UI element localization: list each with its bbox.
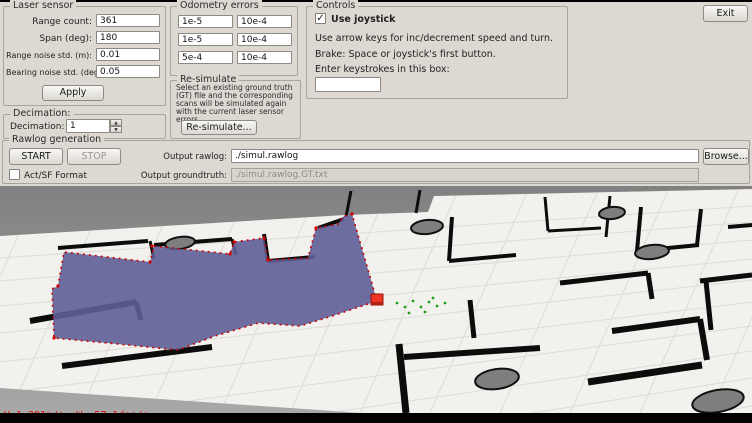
browse-button[interactable]: Browse... [703,148,749,165]
controls-group: Controls ✓ Use joystick Use arrow keys f… [306,6,568,99]
rawlog-generation-group-title: Rawlog generation [9,134,104,145]
spin-down-icon[interactable]: ▼ [110,126,122,133]
rawlog-generation-group: Rawlog generation START STOP Output rawl… [2,140,750,184]
bearing-noise-input[interactable] [96,65,160,78]
controls-instruction-1: Use arrow keys for inc/decrement speed a… [315,33,553,44]
odometry-error-input[interactable] [178,33,233,46]
controls-group-title: Controls [313,0,358,11]
resimulate-group: Re-simulate Select an existing ground tr… [170,80,301,139]
spin-up-icon[interactable]: ▲ [110,119,122,126]
odometry-error-input[interactable] [178,15,233,28]
odometry-errors-group-title: Odometry errors [177,0,262,11]
odometry-error-input[interactable] [237,51,292,64]
robot-marker [371,294,383,305]
output-rawlog-label: Output rawlog: [133,152,227,162]
output-rawlog-input[interactable] [231,149,699,163]
laser-sensor-group-title: Laser sensor [10,0,76,11]
exit-button[interactable]: Exit [703,5,748,22]
controls-instruction-3: Enter keystrokes in this box: [315,64,450,75]
use-joystick-label: Use joystick [331,14,396,25]
decimation-label: Decimation: [10,122,64,132]
decimation-group-title: Decimation: [10,108,74,119]
range-count-label: Range count: [6,17,92,27]
span-deg-input[interactable] [96,31,160,44]
output-groundtruth-label: Output groundtruth: [133,171,227,181]
decimation-spinner[interactable]: ▲ ▼ [66,119,122,133]
checkmark-icon: ✓ [316,14,325,23]
range-count-input[interactable] [96,14,160,27]
apply-button[interactable]: Apply [42,85,104,101]
controls-instruction-2: Brake: Space or joystick's first button. [315,49,496,60]
keystroke-input[interactable] [315,77,381,92]
odometry-error-input[interactable] [237,33,292,46]
use-joystick-checkbox[interactable]: ✓ [315,13,326,24]
laser-sensor-group: Laser sensor Range count: Span (deg): Ra… [3,6,166,106]
start-button[interactable]: START [9,148,63,165]
odometry-error-input[interactable] [178,51,233,64]
control-panel: Laser sensor Range count: Span (deg): Ra… [0,2,752,186]
output-groundtruth-input [231,168,699,182]
stop-button: STOP [67,148,121,165]
decimation-spin-buttons: ▲ ▼ [110,119,122,133]
viewport-canvas [0,186,752,413]
actsf-format-checkbox[interactable] [9,169,20,180]
bearing-noise-label: Bearing noise std. (deg): [6,68,92,77]
range-noise-input[interactable] [96,48,160,61]
actsf-format-label: Act/SF Format [24,171,87,181]
resimulate-description: Select an existing ground truth (GT) fil… [176,84,297,124]
gridmap-simulator-window: Laser sensor Range count: Span (deg): Ra… [0,0,752,423]
range-noise-label: Range noise std. (m): [6,51,92,60]
odometry-error-input[interactable] [237,15,292,28]
simulation-viewport[interactable]: V=1.291m/s W=-57.1deg/s Pose: (4.762,0.2… [0,186,752,413]
odometry-errors-group: Odometry errors [170,6,298,76]
bottom-edge-bar [0,413,752,423]
decimation-input[interactable] [66,119,110,133]
resimulate-button[interactable]: Re-simulate... [181,120,257,135]
span-deg-label: Span (deg): [6,34,92,44]
